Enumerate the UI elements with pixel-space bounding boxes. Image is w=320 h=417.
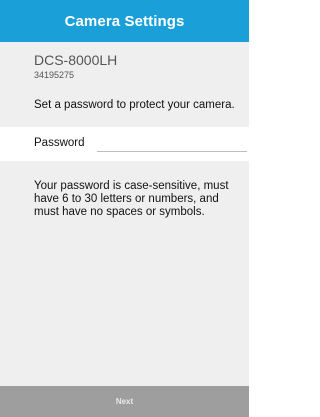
settings-content: DCS-8000LH 34195275 Set a password to pr… [0,42,249,386]
device-name: DCS-8000LH [34,52,118,68]
password-row: Password [0,127,249,161]
page-title: Camera Settings [64,12,185,30]
next-button-label: Next [115,397,134,406]
instruction-text: Set a password to protect your camera. [34,99,235,111]
device-info: DCS-8000LH 34195275 [0,42,249,82]
camera-settings-screen: Camera Settings DCS-8000LH 34195275 Set … [0,0,249,417]
next-button[interactable]: Next [0,386,249,417]
password-help-text: Your password is case-sensitive, must ha… [34,180,229,218]
password-label: Password [34,137,85,149]
app-header: Camera Settings [0,0,249,42]
password-field[interactable] [97,133,247,152]
device-id: 34195275 [34,70,75,80]
